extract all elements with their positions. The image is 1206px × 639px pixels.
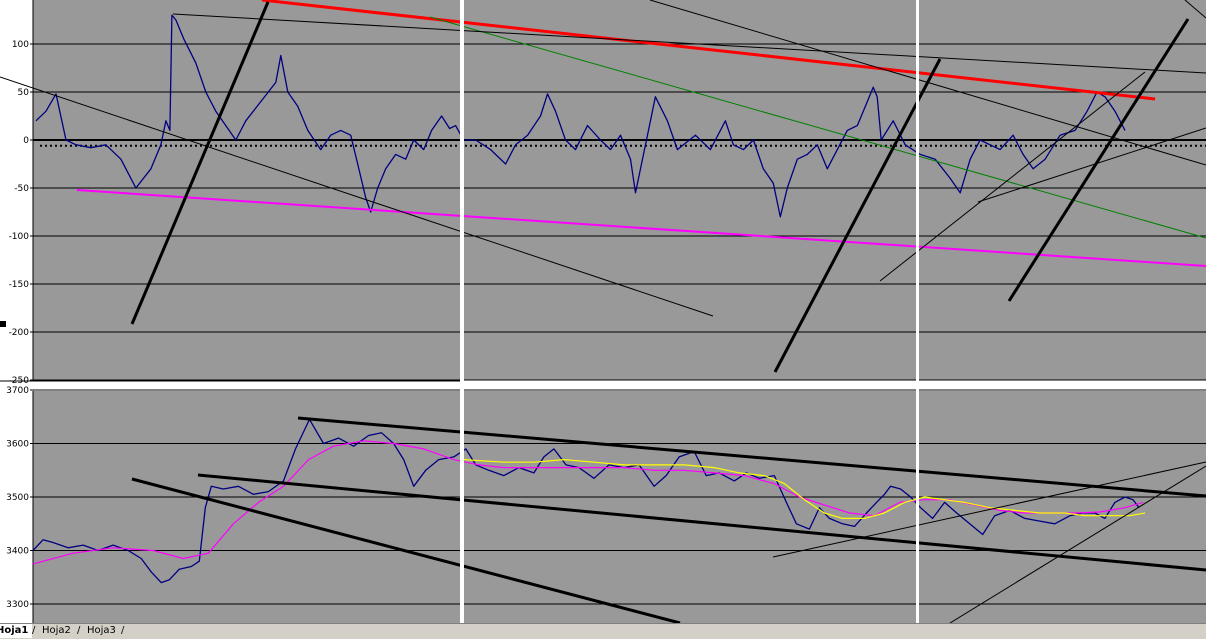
row-marker	[0, 321, 6, 327]
bottom-plot-area	[33, 391, 1206, 623]
y-tick-label: 0	[23, 136, 29, 146]
sheet-tab-hoja2[interactable]: Hoja2	[38, 624, 75, 638]
y-tick-label: -100	[9, 232, 30, 242]
tab-separator: /	[77, 625, 81, 636]
tab-separator: /	[121, 625, 125, 636]
y-tick-label: 100	[12, 40, 29, 50]
y-tick-label: 3300	[6, 600, 29, 610]
tab-separator: /	[32, 625, 36, 636]
y-tick-label: 50	[18, 88, 30, 98]
sheet-tab-hoja1[interactable]: Hoja1	[0, 624, 33, 638]
y-tick-label: 3700	[6, 386, 29, 396]
top-plot-area	[33, 0, 1206, 380]
y-tick-label: 3500	[6, 493, 29, 503]
y-tick-label: -200	[9, 328, 30, 338]
sheet-tab-hoja3[interactable]: Hoja3	[83, 624, 120, 638]
y-tick-label: 3400	[6, 547, 29, 557]
y-tick-label: -50	[14, 184, 29, 194]
stock-chart-canvas: 100500-50-100-150-200-250 37003600350034…	[0, 0, 1206, 623]
y-tick-label: 3600	[6, 440, 29, 450]
sheet-tab-bar: Hoja1 / Hoja2 / Hoja3 /	[0, 623, 1206, 639]
y-tick-label: -150	[9, 280, 30, 290]
